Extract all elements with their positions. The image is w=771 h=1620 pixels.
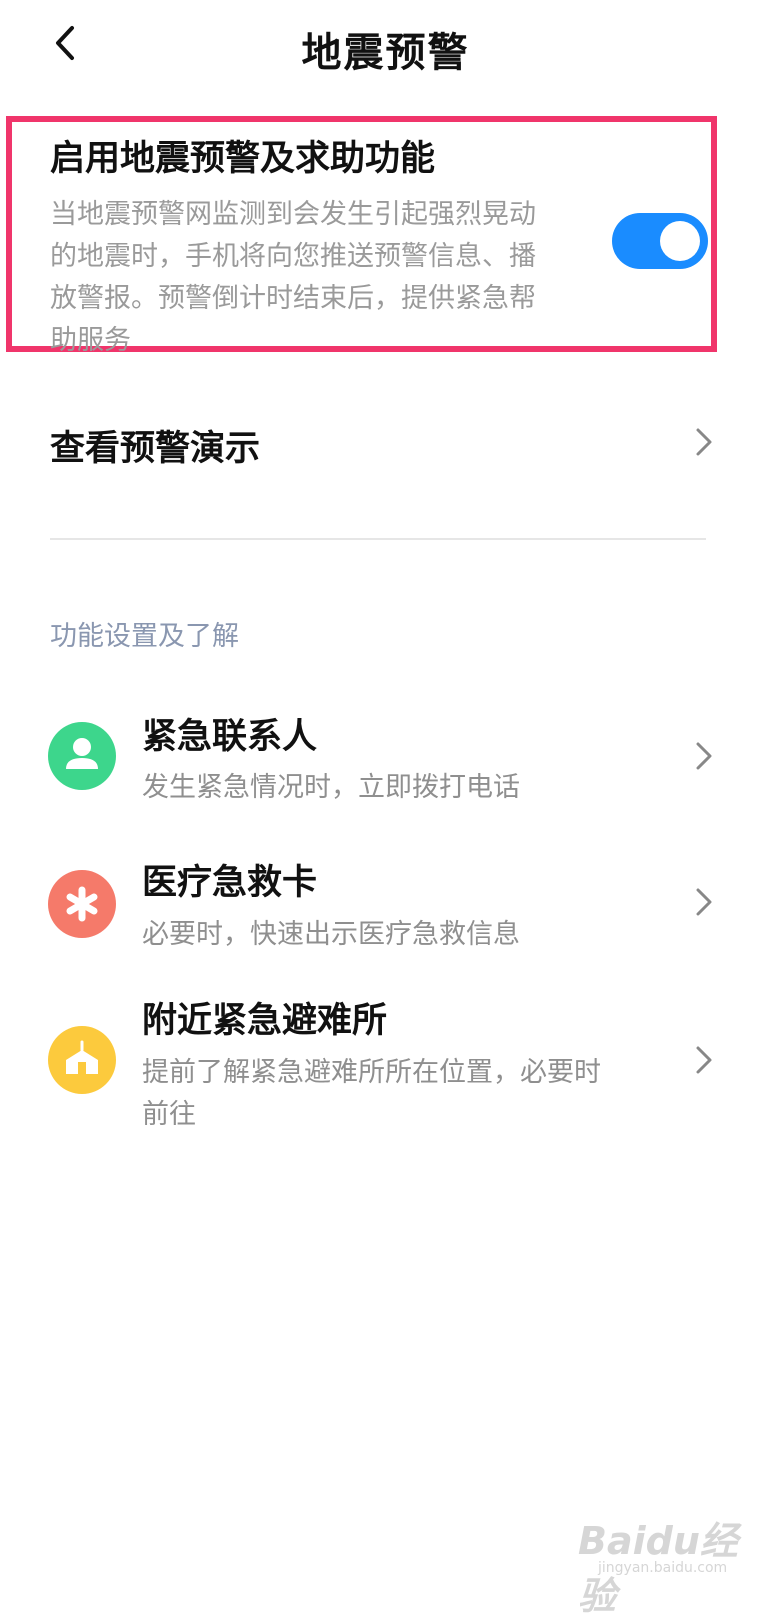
page-title: 地震预警	[301, 30, 470, 76]
list-item-nearby-shelters[interactable]: 附近紧急避难所 提前了解紧急避难所所在位置，必要时前往	[0, 990, 771, 1150]
chevron-right-icon	[692, 426, 716, 458]
watermark-sub: jingyan.baidu.com	[598, 1560, 728, 1576]
item-title: 附近紧急避难所	[142, 1001, 388, 1041]
list-item-medical-card[interactable]: 医疗急救卡 必要时，快速出示医疗急救信息	[0, 848, 771, 968]
header: 地震预警	[0, 0, 771, 96]
person-icon	[48, 722, 116, 790]
section-header: 功能设置及了解	[50, 621, 239, 652]
main-toggle-description: 当地震预警网监测到会发生引起强烈晃动的地震时，手机将向您推送预警信息、播放警报。…	[50, 199, 536, 356]
item-description: 必要时，快速出示医疗急救信息	[142, 919, 520, 950]
item-description: 发生紧急情况时，立即拨打电话	[142, 772, 520, 803]
toggle-knob	[660, 221, 700, 261]
main-toggle-title: 启用地震预警及求助功能	[50, 139, 436, 179]
chevron-right-icon	[692, 886, 716, 918]
list-item-emergency-contacts[interactable]: 紧急联系人 发生紧急情况时，立即拨打电话	[0, 700, 771, 820]
view-demo-row[interactable]: 查看预警演示	[0, 400, 771, 490]
chevron-right-icon	[692, 1044, 716, 1076]
baidu-watermark: Baidu经验 jingyan.baidu.com	[560, 1500, 760, 1618]
earthquake-warning-toggle[interactable]	[612, 213, 708, 269]
item-title: 紧急联系人	[142, 717, 318, 757]
item-title: 医疗急救卡	[142, 863, 318, 903]
shelter-icon	[48, 1026, 116, 1094]
asterisk-icon	[48, 870, 116, 938]
chevron-right-icon	[692, 740, 716, 772]
item-description: 提前了解紧急避难所所在位置，必要时前往	[142, 1057, 601, 1130]
divider	[50, 538, 706, 540]
view-demo-label: 查看预警演示	[50, 429, 261, 469]
